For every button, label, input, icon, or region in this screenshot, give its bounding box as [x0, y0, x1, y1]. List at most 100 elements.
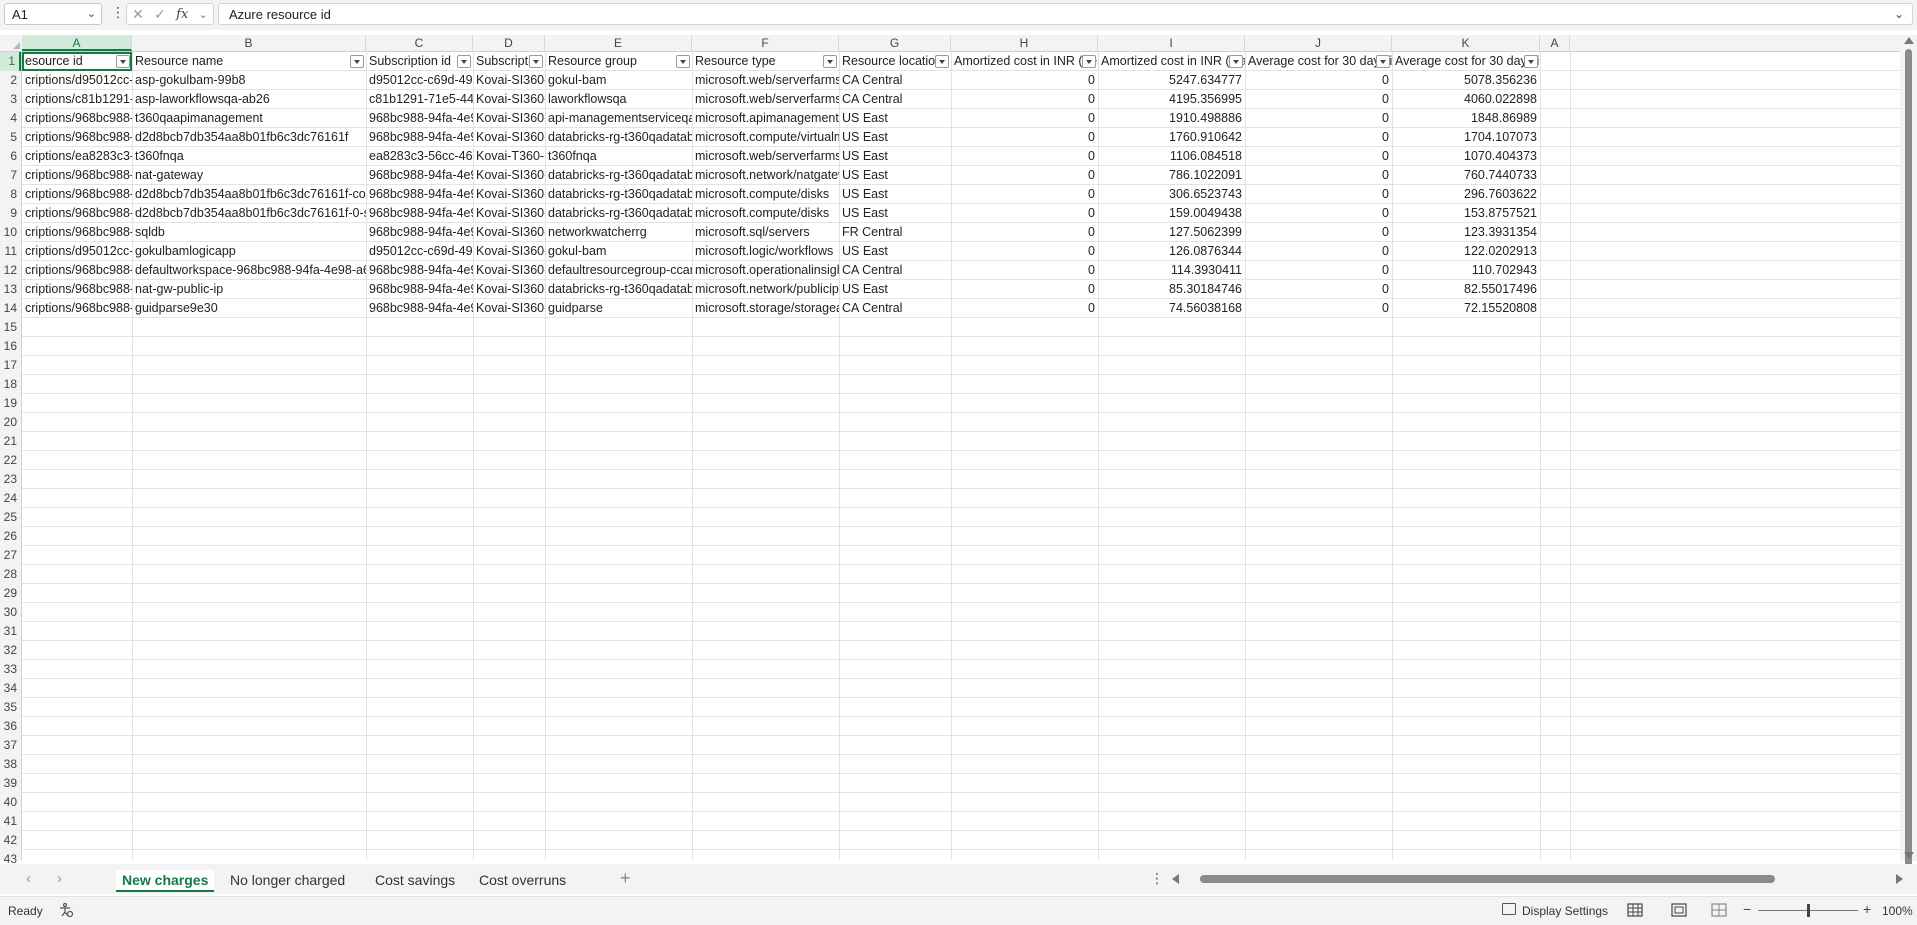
row-number[interactable]: 28	[0, 565, 21, 584]
row-number[interactable]: 25	[0, 508, 21, 527]
table-cell[interactable]: asp-gokulbam-99b8	[132, 71, 366, 90]
display-settings-icon[interactable]	[1502, 903, 1516, 915]
normal-view-icon[interactable]	[1627, 903, 1643, 917]
table-cell[interactable]: asp-laworkflowsqa-ab26	[132, 90, 366, 109]
cancel-icon[interactable]: ✕	[132, 6, 144, 23]
table-cell[interactable]: defaultworkspace-968bc988-94fa-4e98-a6d3…	[132, 261, 366, 280]
table-cell[interactable]: 0	[951, 204, 1098, 223]
row-number[interactable]: 37	[0, 736, 21, 755]
table-cell[interactable]: Kovai-SI360-B	[473, 299, 545, 318]
table-cell[interactable]: ea8283c3-56cc-46d0-	[366, 147, 473, 166]
table-cell[interactable]: US East	[839, 204, 951, 223]
table-cell[interactable]: microsoft.web/serverfarms	[692, 90, 839, 109]
table-cell[interactable]: 4060.022898	[1392, 90, 1540, 109]
table-cell[interactable]: 0	[1245, 280, 1392, 299]
column-header[interactable]: J	[1245, 35, 1392, 51]
filter-dropdown-icon[interactable]	[676, 55, 690, 68]
row-number[interactable]: 40	[0, 793, 21, 812]
table-cell[interactable]: t360fnqa	[545, 147, 692, 166]
vertical-scrollbar[interactable]	[1900, 35, 1917, 872]
table-cell[interactable]: US East	[839, 185, 951, 204]
horizontal-scrollbar[interactable]	[1170, 873, 1905, 885]
row-number[interactable]: 7	[0, 166, 21, 185]
filter-dropdown-icon[interactable]	[823, 55, 837, 68]
table-cell[interactable]: 306.6523743	[1098, 185, 1245, 204]
table-cell[interactable]: 0	[951, 280, 1098, 299]
table-cell[interactable]: databricks-rg-t360qadatabric	[545, 166, 692, 185]
fx-icon[interactable]: fx	[176, 7, 188, 22]
header-cell[interactable]: Average cost for 30 days in	[1392, 52, 1540, 71]
table-cell[interactable]: microsoft.network/natgatew	[692, 166, 839, 185]
row-number[interactable]: 16	[0, 337, 21, 356]
column-header[interactable]: K	[1392, 35, 1540, 51]
page-layout-icon[interactable]	[1671, 903, 1687, 917]
header-cell[interactable]: Resource group	[545, 52, 692, 71]
table-cell[interactable]: microsoft.apimanagement/s	[692, 109, 839, 128]
table-cell[interactable]: c81b1291-71e5-4497-	[366, 90, 473, 109]
table-cell[interactable]: t360fnqa	[132, 147, 366, 166]
table-cell[interactable]: 0	[1245, 299, 1392, 318]
table-cell[interactable]: 0	[951, 128, 1098, 147]
table-cell[interactable]: 968bc988-94fa-4e98-	[366, 109, 473, 128]
zoom-slider-thumb[interactable]	[1807, 904, 1810, 917]
table-cell[interactable]: gokulbamlogicapp	[132, 242, 366, 261]
row-number[interactable]: 35	[0, 698, 21, 717]
table-cell[interactable]: d2d8bcb7db354aa8b01fb6c3dc76161f	[132, 128, 366, 147]
table-cell[interactable]: 0	[951, 166, 1098, 185]
row-number[interactable]: 9	[0, 204, 21, 223]
table-cell[interactable]: criptions/968bc988-94f	[22, 109, 132, 128]
table-cell[interactable]: 968bc988-94fa-4e98-	[366, 185, 473, 204]
table-cell[interactable]: 968bc988-94fa-4e98-	[366, 280, 473, 299]
table-cell[interactable]: databricks-rg-t360qadatabric	[545, 185, 692, 204]
filter-dropdown-icon[interactable]	[1082, 55, 1096, 68]
table-cell[interactable]: 127.5062399	[1098, 223, 1245, 242]
table-cell[interactable]: 0	[1245, 71, 1392, 90]
chevron-down-icon[interactable]: ⌄	[1894, 7, 1904, 21]
scroll-right-icon[interactable]	[1896, 874, 1903, 884]
table-cell[interactable]: 126.0876344	[1098, 242, 1245, 261]
table-cell[interactable]: 0	[1245, 147, 1392, 166]
header-cell[interactable]: Amortized cost in INR (Feb	[951, 52, 1098, 71]
table-cell[interactable]: criptions/ea8283c3-56c	[22, 147, 132, 166]
row-number[interactable]: 42	[0, 831, 21, 850]
column-header[interactable]: G	[839, 35, 951, 51]
table-cell[interactable]: 5247.634777	[1098, 71, 1245, 90]
sheet-tab-no-longer-charged[interactable]: No longer charged	[224, 870, 351, 890]
row-number[interactable]: 3	[0, 90, 21, 109]
table-cell[interactable]: 110.702943	[1392, 261, 1540, 280]
row-number[interactable]: 33	[0, 660, 21, 679]
table-cell[interactable]: sqldb	[132, 223, 366, 242]
table-cell[interactable]: defaultresourcegroup-ccan	[545, 261, 692, 280]
column-header[interactable]: E	[545, 35, 692, 51]
table-cell[interactable]: guidparse9e30	[132, 299, 366, 318]
table-cell[interactable]: gokul-bam	[545, 242, 692, 261]
filter-dropdown-icon[interactable]	[457, 55, 471, 68]
table-cell[interactable]: 296.7603622	[1392, 185, 1540, 204]
table-cell[interactable]: 82.55017496	[1392, 280, 1540, 299]
tab-next-icon[interactable]: ›	[57, 870, 62, 887]
horizontal-scroll-thumb[interactable]	[1200, 875, 1775, 883]
filter-dropdown-icon[interactable]	[116, 55, 130, 68]
table-cell[interactable]: 786.1022091	[1098, 166, 1245, 185]
table-cell[interactable]: FR Central	[839, 223, 951, 242]
table-cell[interactable]: criptions/968bc988-94f	[22, 166, 132, 185]
table-cell[interactable]: 1106.084518	[1098, 147, 1245, 166]
table-cell[interactable]: 0	[951, 261, 1098, 280]
table-cell[interactable]: 0	[1245, 185, 1392, 204]
table-cell[interactable]: Kovai-T360-BA	[473, 147, 545, 166]
zoom-out-button[interactable]: −	[1743, 901, 1751, 917]
table-cell[interactable]: 1070.404373	[1392, 147, 1540, 166]
zoom-level[interactable]: 100%	[1882, 904, 1913, 918]
table-cell[interactable]: CA Central	[839, 90, 951, 109]
row-number[interactable]: 41	[0, 812, 21, 831]
table-cell[interactable]: Kovai-SI360-B	[473, 242, 545, 261]
table-cell[interactable]: Kovai-SI360-B	[473, 185, 545, 204]
table-cell[interactable]: 0	[1245, 90, 1392, 109]
table-cell[interactable]: 1848.86989	[1392, 109, 1540, 128]
table-cell[interactable]: 5078.356236	[1392, 71, 1540, 90]
table-cell[interactable]: databricks-rg-t360qadatabric	[545, 128, 692, 147]
row-number[interactable]: 39	[0, 774, 21, 793]
table-cell[interactable]: 0	[1245, 128, 1392, 147]
table-cell[interactable]: 0	[951, 90, 1098, 109]
row-number[interactable]: 6	[0, 147, 21, 166]
